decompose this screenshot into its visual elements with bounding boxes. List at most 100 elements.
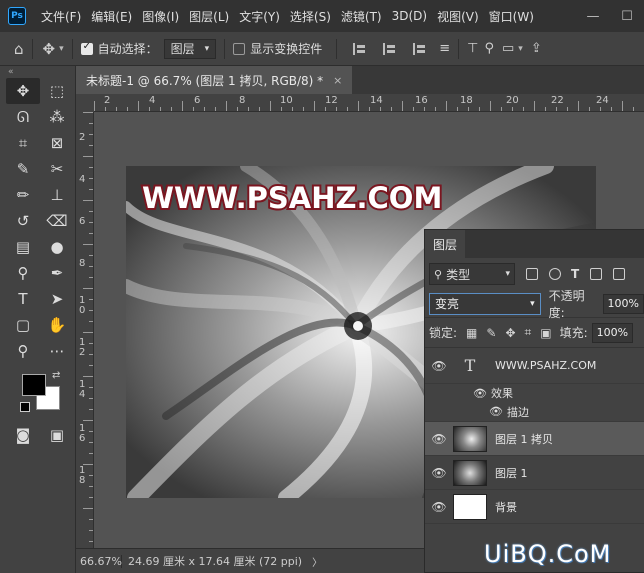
- move-tool-icon[interactable]: ✥: [43, 40, 56, 58]
- align-center-icon[interactable]: [383, 42, 397, 55]
- eraser-tool-icon[interactable]: ⌫: [40, 208, 74, 234]
- layers-tab[interactable]: 图层: [425, 230, 466, 258]
- auto-select-target-dropdown[interactable]: 图层 ▾: [163, 38, 217, 59]
- stroke-effect-row[interactable]: 👁 描边: [425, 402, 644, 422]
- lock-position-icon[interactable]: ✥: [505, 326, 515, 340]
- layer-row-text[interactable]: 👁 T WWW.PSAHZ.COM: [425, 348, 644, 384]
- rectangle-tool-icon[interactable]: ▢: [6, 312, 40, 338]
- menu-edit[interactable]: 编辑(E): [86, 8, 137, 25]
- blend-mode-dropdown[interactable]: 变亮 ▾: [429, 292, 541, 315]
- frame-tool-icon[interactable]: ⊠: [40, 130, 74, 156]
- document-tab-title: 未标题-1 @ 66.7% (图层 1 拷贝, RGB/8) *: [86, 73, 324, 88]
- vertical-ruler[interactable]: 2 4 6 8 1 0 1 2 1 4 1 6 1 8: [76, 112, 94, 548]
- show-transform-checkbox[interactable]: [233, 42, 246, 55]
- zoom-tool-icon[interactable]: ⚲: [6, 338, 40, 364]
- visibility-eye-icon[interactable]: 👁: [425, 500, 453, 514]
- ruler-tick: [89, 255, 93, 256]
- move-tool-icon[interactable]: ✥: [6, 78, 40, 104]
- show-transform-label: 显示变换控件: [250, 42, 323, 56]
- search-icon[interactable]: ⚲: [484, 41, 494, 56]
- visibility-eye-icon[interactable]: 👁: [473, 387, 487, 400]
- lock-image-icon[interactable]: ✎: [486, 326, 496, 340]
- visibility-eye-icon[interactable]: 👁: [425, 466, 453, 480]
- quick-mask-icon[interactable]: ◙: [6, 422, 40, 448]
- filter-pixel-icon[interactable]: [526, 268, 538, 280]
- ruler-tick: [89, 354, 93, 355]
- marquee-tool-icon[interactable]: ⬚: [40, 78, 74, 104]
- layer-row-background[interactable]: 👁 背景: [425, 490, 644, 524]
- mode-3d-icon[interactable]: ⊤: [467, 41, 478, 56]
- ruler-tick: [160, 107, 161, 111]
- screen-mode-icon[interactable]: ▣: [40, 422, 74, 448]
- swap-colors-icon[interactable]: ⇄: [52, 370, 60, 381]
- chevron-down-icon[interactable]: ▾: [518, 44, 523, 54]
- color-swatches: ⇄: [0, 368, 75, 422]
- status-menu-arrow[interactable]: 〉: [312, 554, 322, 569]
- menu-file[interactable]: 文件(F): [36, 8, 86, 25]
- fill-field[interactable]: 100%: [591, 322, 634, 343]
- more-tools-icon[interactable]: ⋯: [40, 338, 74, 364]
- maximize-button[interactable]: ☐: [610, 9, 644, 24]
- layer-filter-dropdown[interactable]: ⚲ 类型 ▾: [429, 263, 515, 285]
- zoom-level-field[interactable]: 66.67%: [76, 554, 122, 568]
- menu-filter[interactable]: 滤镜(T): [336, 8, 387, 25]
- lock-all-icon[interactable]: ▣: [540, 326, 551, 340]
- minimize-button[interactable]: —: [576, 9, 610, 24]
- horizontal-ruler[interactable]: 2 4 6 8 10 12 14 16 18 20 22 24: [94, 94, 644, 112]
- visibility-eye-icon[interactable]: 👁: [425, 359, 453, 373]
- dodge-tool-icon[interactable]: ⚲: [6, 260, 40, 286]
- history-brush-tool-icon[interactable]: ↺: [6, 208, 40, 234]
- magic-wand-tool-icon[interactable]: ⁂: [40, 104, 74, 130]
- foreground-color-swatch[interactable]: [22, 374, 46, 396]
- document-tab[interactable]: 未标题-1 @ 66.7% (图层 1 拷贝, RGB/8) * ×: [76, 66, 353, 94]
- menu-3d[interactable]: 3D(D): [387, 9, 432, 23]
- layer-row-base[interactable]: 👁 图层 1: [425, 456, 644, 490]
- eyedropper-tool-icon[interactable]: ✎: [6, 156, 40, 182]
- filter-smart-object-icon[interactable]: [613, 268, 626, 280]
- home-icon[interactable]: ⌂: [14, 40, 24, 58]
- visibility-eye-icon[interactable]: 👁: [489, 405, 503, 418]
- menu-window[interactable]: 窗口(W): [484, 8, 539, 25]
- align-right-icon[interactable]: [413, 42, 427, 55]
- healing-tool-icon[interactable]: ✂: [40, 156, 74, 182]
- menu-layer[interactable]: 图层(L): [184, 8, 234, 25]
- filter-shape-icon[interactable]: [590, 268, 603, 280]
- close-icon[interactable]: ×: [333, 74, 342, 87]
- filter-type-icon[interactable]: T: [571, 267, 579, 281]
- stamp-tool-icon[interactable]: ⊥: [40, 182, 74, 208]
- crop-tool-icon[interactable]: ⌗: [6, 130, 40, 156]
- ruler-tick: [237, 107, 238, 111]
- menu-view[interactable]: 视图(V): [432, 8, 484, 25]
- ruler-label: 14: [370, 95, 383, 106]
- collapse-arrows-icon[interactable]: «: [0, 66, 75, 78]
- auto-select-checkbox[interactable]: [80, 41, 93, 55]
- hand-tool-icon[interactable]: ✋: [40, 312, 74, 338]
- default-colors-icon[interactable]: [20, 402, 30, 412]
- ruler-tick: [89, 134, 93, 135]
- layer-row-copy[interactable]: 👁 图层 1 拷贝: [425, 422, 644, 456]
- lasso-tool-icon[interactable]: ᘏ: [6, 104, 40, 130]
- blur-tool-icon[interactable]: ●: [40, 234, 74, 260]
- distribute-icon[interactable]: ≡: [439, 41, 450, 56]
- lock-artboard-icon[interactable]: ⌗: [525, 325, 532, 340]
- visibility-eye-icon[interactable]: 👁: [425, 432, 453, 446]
- type-tool-icon[interactable]: T: [6, 286, 40, 312]
- ruler-tick: [89, 310, 93, 311]
- workspace-icon[interactable]: ▭: [502, 41, 514, 56]
- lock-transparent-icon[interactable]: ▦: [466, 326, 477, 340]
- share-icon[interactable]: ⇪: [531, 41, 542, 56]
- menu-type[interactable]: 文字(Y): [234, 8, 285, 25]
- menu-image[interactable]: 图像(I): [137, 8, 184, 25]
- layer-effects-row[interactable]: 👁 效果: [425, 384, 644, 402]
- ruler-tick: [89, 442, 93, 443]
- chevron-down-icon[interactable]: ▾: [59, 44, 64, 54]
- align-left-icon[interactable]: [353, 42, 367, 55]
- ruler-origin[interactable]: [76, 94, 94, 112]
- filter-adjustment-icon[interactable]: [549, 268, 561, 280]
- menu-select[interactable]: 选择(S): [285, 8, 336, 25]
- opacity-field[interactable]: 100%: [602, 293, 644, 314]
- brush-tool-icon[interactable]: ✏: [6, 182, 40, 208]
- pen-tool-icon[interactable]: ✒: [40, 260, 74, 286]
- path-selection-tool-icon[interactable]: ➤: [40, 286, 74, 312]
- gradient-tool-icon[interactable]: ▤: [6, 234, 40, 260]
